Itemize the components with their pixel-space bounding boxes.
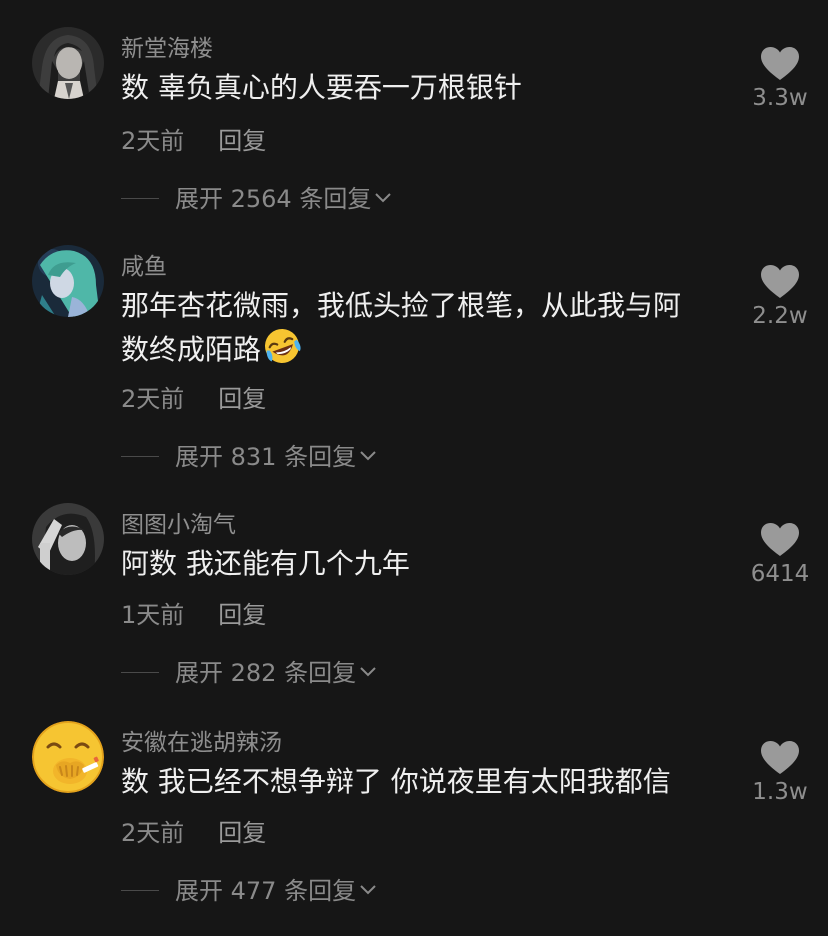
like-count: 3.3w [752,85,808,111]
chevron-down-icon [358,441,378,461]
reply-button[interactable]: 回复 [218,121,266,156]
comment-meta: 1天前 回复 [121,595,266,630]
comment-text-line: 那年杏花微雨，我低头捡了根笔，从此我与阿 [121,289,682,322]
comment-text: 数 我已经不想争辩了 你说夜里有太阳我都信 [121,765,671,798]
like-button[interactable]: 6414 [748,523,812,587]
comment-meta: 2天前 回复 [121,379,266,414]
expand-replies-label: 展开 2564 条回复 [175,185,372,213]
avatar-smoking-emoji-icon [32,721,104,793]
comment-text: 数 辜负真心的人要吞一万根银针 [121,71,522,104]
like-count: 6414 [750,561,810,587]
like-button[interactable]: 1.3w [748,741,812,805]
comment-time: 1天前 [121,601,185,629]
avatar-anime-man-icon [32,27,104,99]
avatar[interactable] [32,503,104,575]
expand-replies-button[interactable]: 展开 477 条回复 [121,871,378,905]
expand-replies-label: 展开 831 条回复 [175,443,357,471]
reply-button[interactable]: 回复 [218,595,266,630]
avatar[interactable] [32,245,104,317]
comment-text-line: 数终成陌路 [121,333,262,366]
heart-icon [761,265,799,298]
avatar[interactable] [32,27,104,99]
like-button[interactable]: 2.2w [748,265,812,329]
like-button[interactable]: 3.3w [748,47,812,111]
comment-meta: 2天前 回复 [121,813,266,848]
heart-icon [761,47,799,80]
chevron-down-icon [373,183,393,203]
avatar[interactable] [32,721,104,793]
divider-line [121,890,159,891]
chevron-down-icon [358,657,378,677]
username[interactable]: 图图小淘气 [121,505,236,539]
expand-replies-label: 展开 477 条回复 [175,877,357,905]
expand-replies-button[interactable]: 展开 831 条回复 [121,437,378,471]
like-count: 1.3w [752,779,808,805]
divider-line [121,672,159,673]
comment-time: 2天前 [121,385,185,413]
comment-time: 2天前 [121,127,185,155]
heart-icon [761,523,799,556]
username[interactable]: 咸鱼 [121,247,167,281]
expand-replies-button[interactable]: 展开 282 条回复 [121,653,378,687]
rolling-laughing-emoji-icon [263,327,301,365]
expand-replies-button[interactable]: 展开 2564 条回复 [121,179,393,213]
username[interactable]: 安徽在逃胡辣汤 [121,723,282,757]
expand-replies-label: 展开 282 条回复 [175,659,357,687]
comment-text: 阿数 我还能有几个九年 [121,547,410,580]
avatar-grayscale-girl-icon [32,503,104,575]
heart-icon [761,741,799,774]
reply-button[interactable]: 回复 [218,813,266,848]
avatar-anime-teal-hair-icon [32,245,104,317]
username[interactable]: 新堂海楼 [121,29,213,63]
comment-text: 那年杏花微雨，我低头捡了根笔，从此我与阿 数终成陌路 [121,285,731,371]
reply-button[interactable]: 回复 [218,379,266,414]
comment-meta: 2天前 回复 [121,121,266,156]
like-count: 2.2w [752,303,808,329]
comment-time: 2天前 [121,819,185,847]
divider-line [121,456,159,457]
chevron-down-icon [358,875,378,895]
divider-line [121,198,159,199]
